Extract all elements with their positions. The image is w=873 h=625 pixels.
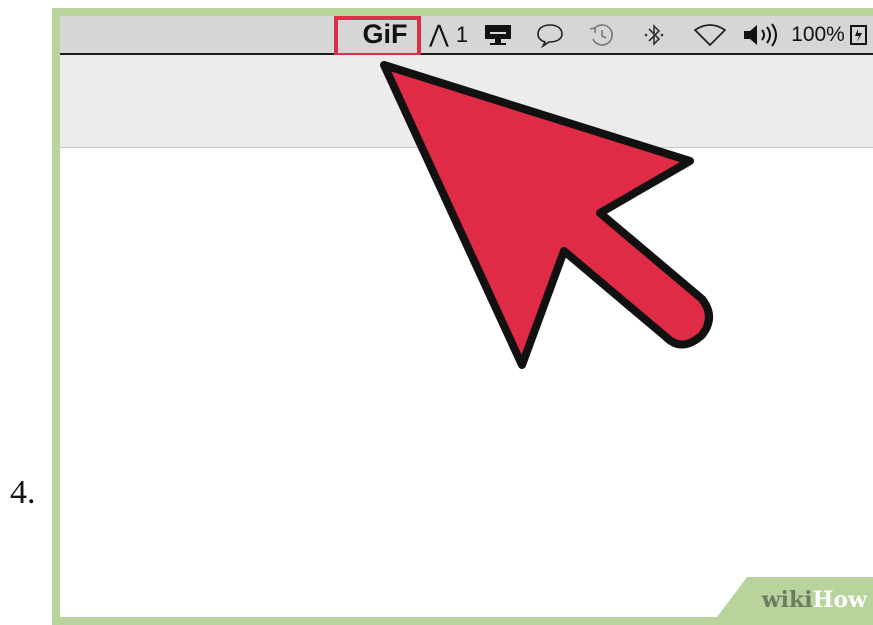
gif-highlight-box	[334, 16, 421, 57]
chat-icon[interactable]	[530, 16, 570, 53]
screen: GiF ⋀ 1 100% wikiHow	[60, 16, 873, 617]
wikihow-watermark: wikiHow	[717, 577, 873, 617]
display-icon[interactable]	[478, 16, 518, 53]
time-machine-icon[interactable]	[582, 16, 622, 53]
menu-bar: GiF ⋀ 1 100%	[60, 16, 873, 57]
step-number: 4.	[10, 474, 36, 511]
pointer-arrow-icon	[380, 61, 713, 369]
adobe-count: 1	[455, 21, 469, 47]
screenshot-frame: GiF ⋀ 1 100% wikiHow	[52, 8, 873, 625]
watermark-wiki: wiki	[761, 587, 813, 613]
watermark-how: How	[812, 587, 867, 613]
adobe-icon[interactable]: ⋀	[424, 16, 454, 53]
adobe-glyph: ⋀	[429, 21, 449, 48]
battery-icon[interactable]	[847, 16, 871, 53]
bluetooth-icon[interactable]	[634, 16, 674, 53]
wifi-icon[interactable]	[688, 16, 732, 53]
volume-icon[interactable]	[738, 16, 788, 53]
battery-percentage: 100%	[791, 22, 845, 46]
